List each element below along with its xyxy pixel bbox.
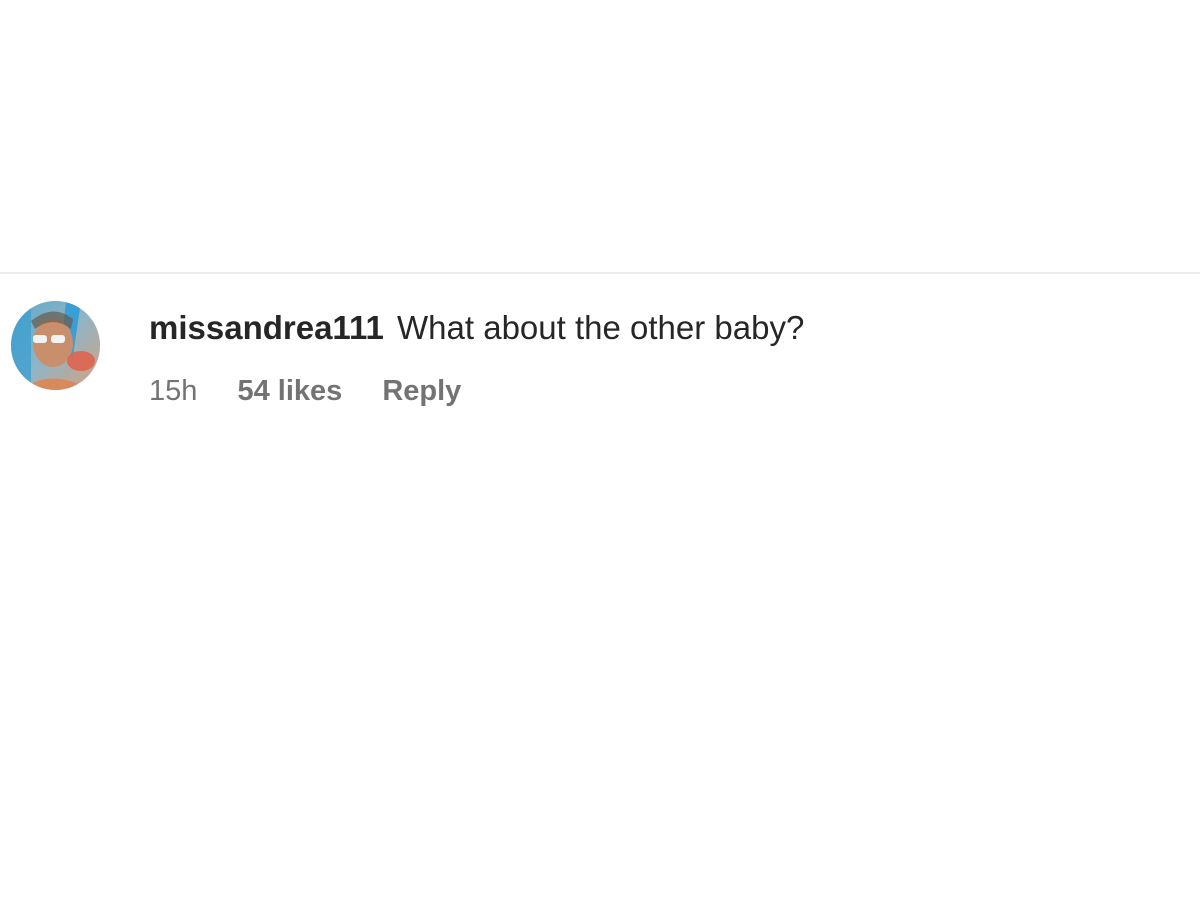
comment-body: missandrea111 What about the other baby?…	[149, 308, 1149, 408]
username-link[interactable]: missandrea111	[149, 309, 384, 346]
timestamp[interactable]: 15h	[149, 374, 197, 408]
likes-count-button[interactable]: 54 likes	[237, 374, 342, 408]
divider	[0, 272, 1200, 274]
avatar-image	[11, 301, 100, 390]
comment-line: missandrea111 What about the other baby?	[149, 308, 1149, 348]
comment-text: What about the other baby?	[397, 309, 805, 346]
comment-page: missandrea111 What about the other baby?…	[0, 0, 1200, 900]
reply-button[interactable]: Reply	[382, 374, 461, 408]
comment-meta: 15h 54 likes Reply	[149, 374, 1149, 408]
comment-item: missandrea111 What about the other baby?…	[11, 301, 1161, 421]
avatar[interactable]	[11, 301, 100, 390]
